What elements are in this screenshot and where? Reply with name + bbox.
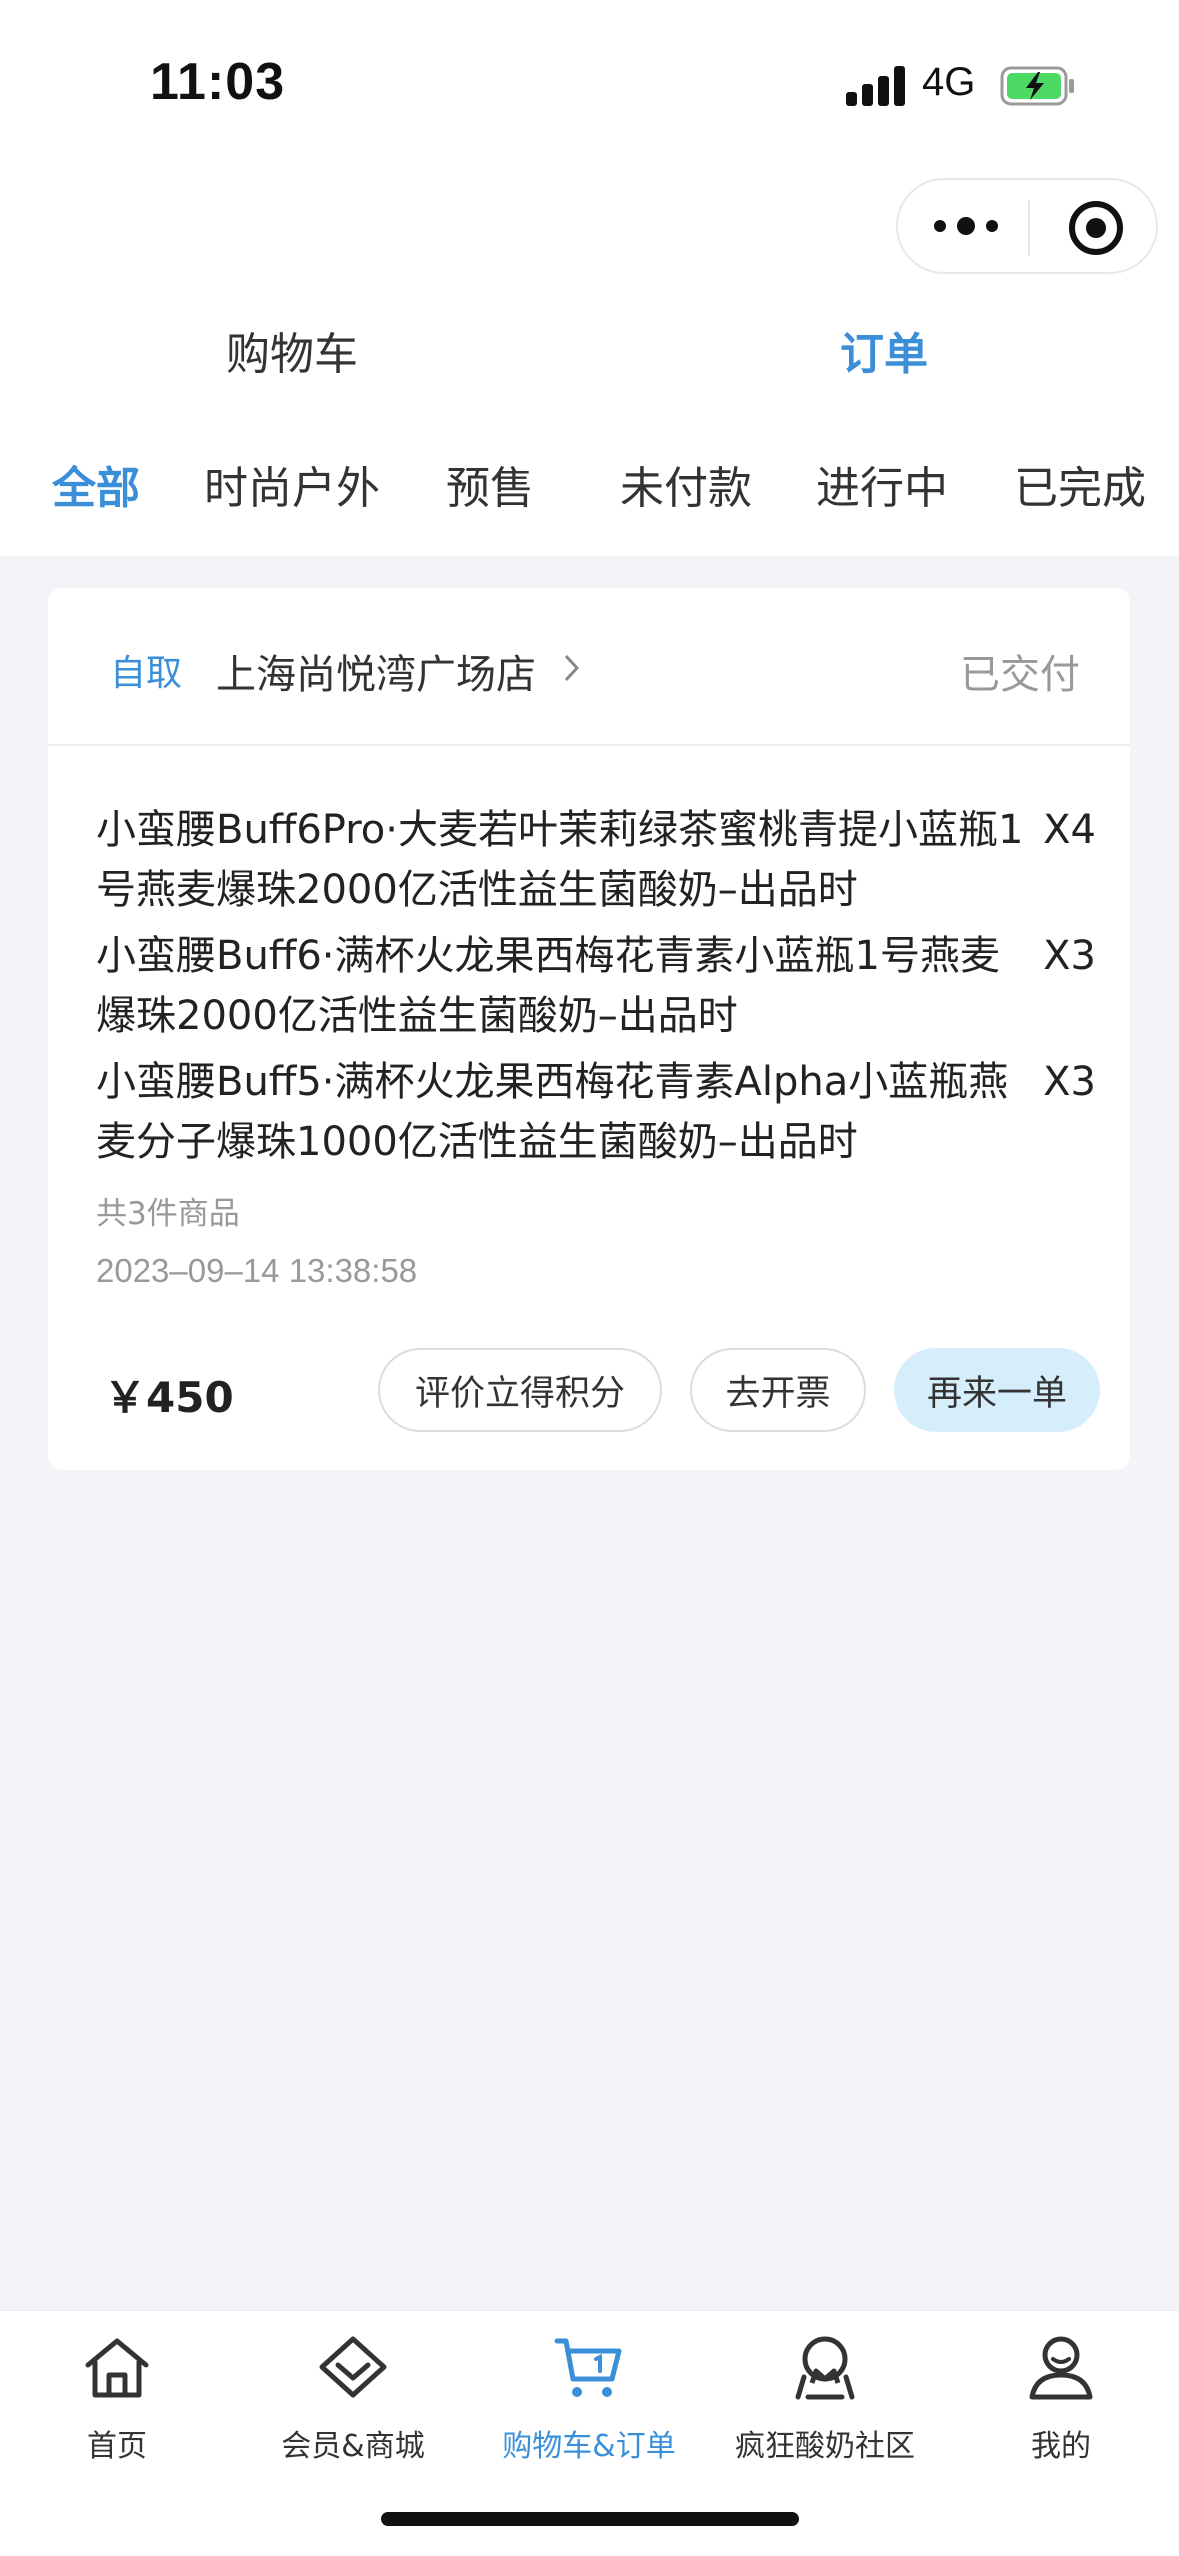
home-indicator — [381, 2512, 799, 2526]
subtab-presale[interactable]: 预售 — [446, 452, 534, 516]
subtab-unpaid[interactable]: 未付款 — [620, 452, 752, 516]
signal-icon — [846, 66, 906, 106]
order-item-name: 小蛮腰Buff5·满杯火龙果西梅花青素Alpha小蓝瓶燕麦分子爆珠1000亿活性… — [96, 1059, 1009, 1165]
capsule-menu — [896, 178, 1158, 274]
tab-cart[interactable]: 购物车 — [226, 318, 358, 382]
subtab-fashion-outdoor[interactable]: 时尚户外 — [204, 452, 380, 516]
nav-label: 首页 — [87, 2429, 147, 2464]
profile-icon — [1029, 2336, 1093, 2400]
order-item-qty: X4 — [1043, 807, 1096, 853]
order-price: ￥450 — [104, 1373, 234, 1422]
subtab-completed[interactable]: 已完成 — [1014, 452, 1146, 516]
battery-charging-icon — [1000, 66, 1074, 106]
order-item-name: 小蛮腰Buff6Pro·大麦若叶茉莉绿茶蜜桃青提小蓝瓶1号燕麦爆珠2000亿活性… — [96, 807, 1024, 913]
capsule-divider — [1028, 200, 1030, 256]
reorder-button[interactable]: 再来一单 — [894, 1348, 1100, 1432]
subtab-in-progress[interactable]: 进行中 — [816, 452, 948, 516]
nav-label: 会员&商城 — [281, 2429, 425, 2464]
nav-community[interactable]: 疯狂酸奶社区 — [710, 2325, 940, 2475]
target-icon[interactable] — [1066, 198, 1126, 258]
order-datetime: 2023–09–14 13:38:58 — [96, 1252, 418, 1289]
order-item-name: 小蛮腰Buff6·满杯火龙果西梅花青素小蓝瓶1号燕麦爆珠2000亿活性益生菌酸奶… — [96, 933, 1000, 1039]
order-card[interactable]: 自取 上海尚悦湾广场店 已交付 小蛮腰Buff6Pro·大麦若叶茉莉绿茶蜜桃青提… — [48, 588, 1130, 1470]
review-button[interactable]: 评价立得积分 — [378, 1348, 662, 1432]
nav-home[interactable]: 首页 — [2, 2325, 232, 2475]
chevron-right-icon[interactable] — [562, 652, 582, 684]
order-item-qty: X3 — [1043, 1059, 1096, 1105]
order-status: 已交付 — [960, 652, 1080, 698]
nav-label: 疯狂酸奶社区 — [735, 2429, 915, 2464]
community-icon — [795, 2336, 855, 2400]
nav-label: 购物车&订单 — [502, 2429, 676, 2464]
tab-orders[interactable]: 订单 — [840, 318, 928, 382]
pickup-label: 自取 — [110, 653, 183, 694]
nav-membership-mall[interactable]: 会员&商城 — [238, 2325, 468, 2475]
subtab-all[interactable]: 全部 — [52, 452, 140, 516]
invoice-button[interactable]: 去开票 — [690, 1348, 866, 1432]
cart-icon — [554, 2338, 622, 2397]
card-divider — [48, 744, 1130, 746]
nav-profile[interactable]: 我的 — [946, 2325, 1176, 2475]
store-name[interactable]: 上海尚悦湾广场店 — [216, 642, 536, 700]
nav-cart-orders[interactable]: 购物车&订单 — [474, 2325, 704, 2475]
order-item-qty: X3 — [1043, 933, 1096, 979]
item-count: 共3件商品 — [96, 1196, 240, 1232]
diamond-icon — [319, 2336, 387, 2398]
status-time: 11:03 — [150, 53, 286, 111]
network-label: 4G — [922, 60, 976, 104]
nav-label: 我的 — [1031, 2429, 1091, 2464]
home-icon — [85, 2338, 149, 2398]
more-icon[interactable] — [928, 206, 1004, 246]
